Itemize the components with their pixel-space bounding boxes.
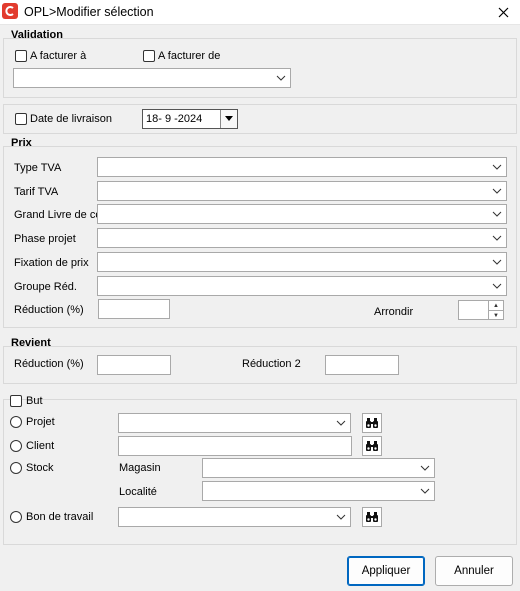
- bon-de-travail-radio[interactable]: [10, 511, 22, 523]
- magasin-combo[interactable]: [202, 458, 435, 478]
- groupe-red-label: Groupe Réd.: [14, 281, 77, 293]
- chevron-down-icon: [492, 164, 502, 170]
- type-tva-combo[interactable]: [97, 157, 507, 177]
- chevron-down-icon: [492, 235, 502, 241]
- a-facturer-de-label: A facturer de: [158, 50, 221, 62]
- app-logo-icon: [2, 3, 18, 19]
- validation-title: Validation: [11, 29, 63, 41]
- apply-button[interactable]: Appliquer: [347, 556, 425, 586]
- client-label: Client: [26, 440, 55, 452]
- window-title: OPL>Modifier sélection: [24, 5, 154, 19]
- localite-label: Localité: [119, 486, 157, 498]
- prix-reduction-label: Réduction (%): [14, 304, 84, 316]
- localite-combo[interactable]: [202, 481, 435, 501]
- projet-search-button[interactable]: [362, 413, 382, 433]
- chevron-down-icon: [336, 420, 346, 426]
- reduction2-label: Réduction 2: [242, 358, 301, 370]
- revient-reduction-label: Réduction (%): [14, 358, 84, 370]
- stock-label: Stock: [26, 462, 54, 474]
- revient-reduction-input[interactable]: [97, 355, 171, 375]
- fixation-prix-label: Fixation de prix: [14, 257, 89, 269]
- prix-reduction-input[interactable]: [98, 299, 170, 319]
- date-value: 18- 9 -2024: [146, 113, 203, 125]
- chevron-down-icon: [336, 514, 346, 520]
- fixation-prix-combo[interactable]: [97, 252, 507, 272]
- cancel-button[interactable]: Annuler: [435, 556, 513, 586]
- validation-combo[interactable]: [13, 68, 291, 88]
- client-search-button[interactable]: [362, 436, 382, 456]
- chevron-down-icon: [420, 488, 430, 494]
- date-dropdown-button[interactable]: [220, 110, 237, 128]
- projet-radio[interactable]: [10, 416, 22, 428]
- client-input[interactable]: [118, 436, 352, 456]
- tarif-tva-label: Tarif TVA: [14, 186, 59, 198]
- binoculars-icon: [366, 512, 378, 522]
- chevron-down-icon: [492, 188, 502, 194]
- projet-combo[interactable]: [118, 413, 351, 433]
- binoculars-icon: [366, 441, 378, 451]
- bon-de-travail-search-button[interactable]: [362, 507, 382, 527]
- close-icon: [498, 7, 508, 17]
- arrondir-spinner[interactable]: ▲ ▼: [458, 300, 504, 320]
- a-facturer-a-checkbox[interactable]: [15, 50, 27, 62]
- a-facturer-de-checkbox[interactable]: [143, 50, 155, 62]
- chevron-down-icon: [492, 283, 502, 289]
- phase-projet-combo[interactable]: [97, 228, 507, 248]
- date-livraison-label: Date de livraison: [30, 113, 112, 125]
- bon-de-travail-combo[interactable]: [118, 507, 351, 527]
- grand-livre-label: Grand Livre de co: [14, 209, 98, 221]
- reduction2-input[interactable]: [325, 355, 399, 375]
- prix-title: Prix: [11, 137, 32, 149]
- chevron-down-icon: [420, 465, 430, 471]
- revient-title: Revient: [11, 337, 51, 349]
- a-facturer-a-label: A facturer à: [30, 50, 87, 62]
- chevron-down-icon: [276, 75, 286, 81]
- grand-livre-combo[interactable]: [97, 204, 507, 224]
- but-checkbox[interactable]: [10, 395, 22, 407]
- spin-down-button[interactable]: ▼: [488, 311, 503, 320]
- bon-de-travail-label: Bon de travail: [26, 511, 94, 523]
- title-bar: OPL>Modifier sélection: [0, 0, 520, 25]
- type-tva-label: Type TVA: [14, 162, 62, 174]
- phase-projet-label: Phase projet: [14, 233, 76, 245]
- tarif-tva-combo[interactable]: [97, 181, 507, 201]
- chevron-down-icon: [492, 259, 502, 265]
- chevron-down-icon: [225, 116, 233, 121]
- groupe-red-combo[interactable]: [97, 276, 507, 296]
- date-livraison-picker[interactable]: 18- 9 -2024: [142, 109, 238, 129]
- magasin-label: Magasin: [119, 462, 161, 474]
- spin-up-button[interactable]: ▲: [488, 301, 503, 311]
- stock-radio[interactable]: [10, 462, 22, 474]
- arrondir-label: Arrondir: [374, 306, 414, 318]
- close-button[interactable]: [489, 0, 517, 24]
- but-label: But: [26, 395, 43, 407]
- chevron-down-icon: [492, 211, 502, 217]
- binoculars-icon: [366, 418, 378, 428]
- projet-label: Projet: [26, 416, 55, 428]
- client-radio[interactable]: [10, 440, 22, 452]
- date-livraison-checkbox[interactable]: [15, 113, 27, 125]
